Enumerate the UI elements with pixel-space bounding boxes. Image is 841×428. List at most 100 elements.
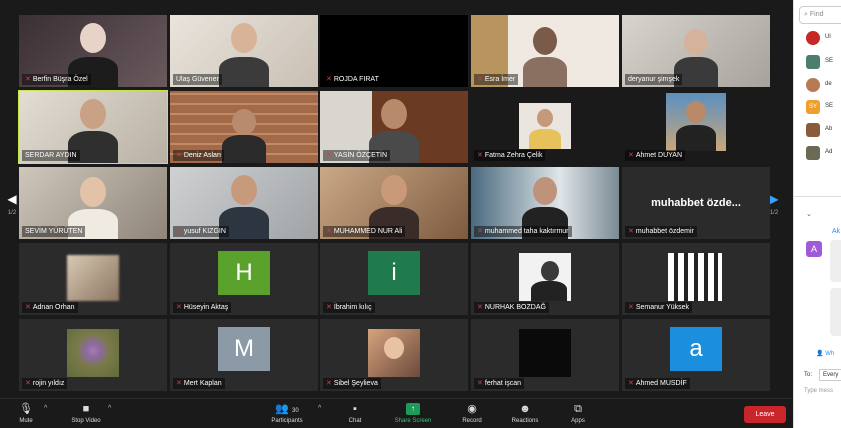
video-tile[interactable]: a ✕ Ahmed MUSDİF <box>622 319 770 391</box>
participant-list-item[interactable]: de <box>806 78 841 92</box>
participant-name: ✕ muhammed taha kaktırmur <box>474 226 572 237</box>
smiley-icon: ☻ <box>519 403 531 415</box>
participant-name: deryanur şimşek <box>625 74 683 85</box>
participant-name: ✕ Sibel Şeylieva <box>323 378 381 389</box>
video-tile[interactable]: ✕ MUHAMMED NUR Ali <box>320 167 468 239</box>
profile-picture <box>368 329 420 377</box>
video-tile[interactable]: ✕ YASİN ÖZÇETİN <box>320 91 468 163</box>
muted-mic-icon: ✕ <box>477 304 483 311</box>
participant-name: ✕ Hüseyin Aktaş <box>173 302 232 313</box>
muted-mic-icon: ✕ <box>628 228 634 235</box>
muted-mic-icon: ✕ <box>176 152 182 159</box>
participant-display-name: muhabbet özde... <box>651 197 741 209</box>
participant-list-item[interactable]: SE <box>806 55 841 69</box>
participant-search-input[interactable]: ⌕ Find <box>799 6 841 24</box>
record-icon: ◉ <box>467 403 477 415</box>
leave-button[interactable]: Leave <box>744 406 786 423</box>
participants-options-caret[interactable]: ^ <box>318 405 321 412</box>
video-tile[interactable]: ✕ Esra İmer <box>471 15 619 87</box>
video-tile-active-speaker[interactable]: SERDAR AYDIN <box>18 90 168 164</box>
stop-video-button[interactable]: ■ Stop Video <box>64 401 108 425</box>
participant-list-item[interactable]: Ul <box>806 31 841 45</box>
chat-recipient-select[interactable]: Every <box>819 369 841 381</box>
participant-name: ✕ Fatma Zehra Çelik <box>474 150 546 161</box>
avatar <box>806 123 820 137</box>
participants-count: 30 <box>292 408 299 414</box>
video-tile[interactable]: ✕ Ahmet DUYAN <box>622 91 770 163</box>
video-tile[interactable]: M ✕ Mert Kaplan <box>170 319 318 391</box>
muted-mic-icon: ✕ <box>176 380 182 387</box>
record-button[interactable]: ◉ Record <box>457 401 487 425</box>
video-tile[interactable]: deryanur şimşek <box>622 15 770 87</box>
video-camera-icon: ■ <box>82 403 90 415</box>
video-tile[interactable]: ✕ Adnan Orhan <box>19 243 167 315</box>
audio-options-caret[interactable]: ^ <box>44 405 47 412</box>
apps-icon: ⧉ <box>574 403 582 415</box>
video-options-caret[interactable]: ^ <box>108 405 111 412</box>
muted-mic-icon: ✕ <box>326 304 332 311</box>
participant-name: ✕ Berfin Büşra Özel <box>22 74 91 85</box>
chat-to-label: To: <box>804 372 813 378</box>
video-tile[interactable]: ✕ muhammed taha kaktırmur <box>471 167 619 239</box>
chat-button[interactable]: ▪ Chat <box>342 401 368 425</box>
participant-name: ✕ Deniz Aslan <box>173 150 224 161</box>
participant-list-item[interactable]: Ad <box>806 146 841 160</box>
profile-picture <box>67 329 119 377</box>
who-can-see-link[interactable]: 👤 Wh <box>816 350 834 357</box>
avatar <box>806 146 820 160</box>
muted-mic-icon: ✕ <box>25 380 31 387</box>
video-tile[interactable]: H ✕ Hüseyin Aktaş <box>170 243 318 315</box>
video-tile[interactable]: ✕ rojin yıldız <box>19 319 167 391</box>
participant-name: ✕ MUHAMMED NUR Ali <box>323 226 406 237</box>
share-screen-icon: ↑ <box>406 403 420 415</box>
participant-name: ✕ ferhat işcan <box>474 378 525 389</box>
gallery-view: ◀ 1/2 ▶ 1/2 ✕ Berfin Büşra Özel Ulaş Güve… <box>0 0 793 398</box>
share-screen-button[interactable]: ↑ Share Screen <box>389 401 437 425</box>
muted-mic-icon: ✕ <box>477 152 483 159</box>
participant-name: ✕ muhabbet özdemir <box>625 226 697 237</box>
video-tile[interactable]: Ulaş Güvener <box>170 15 318 87</box>
avatar: H <box>218 251 270 295</box>
muted-mic-icon: ✕ <box>176 304 182 311</box>
chevron-down-icon[interactable]: ⌄ <box>806 210 812 218</box>
video-tile[interactable]: ✕ ferhat işcan <box>471 319 619 391</box>
video-tile[interactable]: i ✕ İbrahim kılıç <box>320 243 468 315</box>
participant-list-item[interactable]: Ab <box>806 123 841 137</box>
meeting-toolbar: 🎙 Mute ^ ■ Stop Video ^ 👥 30 Participant… <box>0 398 793 428</box>
profile-picture <box>668 253 722 301</box>
video-tile[interactable]: ✕ Fatma Zehra Çelik <box>471 91 619 163</box>
video-tile[interactable]: ✕ Sibel Şeylieva <box>320 319 468 391</box>
video-tile[interactable]: ✕ Semanur Yüksek <box>622 243 770 315</box>
video-tile[interactable]: ✕ ROJDA FIRAT <box>320 15 468 87</box>
participant-name: ✕ NURHAK BOZDAĞ <box>474 302 549 313</box>
video-tile[interactable]: ✕ Berfin Büşra Özel <box>19 15 167 87</box>
avatar: i <box>368 251 420 295</box>
muted-mic-icon: ✕ <box>477 380 483 387</box>
video-tile[interactable]: ✕ Deniz Aslan <box>170 91 318 163</box>
reactions-button[interactable]: ☻ Reactions <box>505 401 545 425</box>
mute-button[interactable]: 🎙 Mute <box>14 401 38 425</box>
participant-name: Ulaş Güvener <box>173 74 222 85</box>
page-previous-button[interactable]: ◀ 1/2 <box>6 192 18 216</box>
chat-message <box>830 240 841 282</box>
avatar <box>806 55 820 69</box>
participant-name: SEVİM YÜRÜTEN <box>22 226 86 237</box>
apps-button[interactable]: ⧉ Apps <box>565 401 591 425</box>
participant-name: ✕ ROJDA FIRAT <box>323 74 382 85</box>
participant-name: ✕ İbrahim kılıç <box>323 302 375 313</box>
video-tile[interactable]: SEVİM YÜRÜTEN <box>19 167 167 239</box>
participant-list-item[interactable]: SY SE <box>806 100 841 114</box>
chevron-right-icon: ▶ <box>769 192 779 206</box>
chat-message <box>830 288 841 336</box>
video-tile[interactable]: ✕ NURHAK BOZDAĞ <box>471 243 619 315</box>
avatar: SY <box>806 100 820 114</box>
participants-button[interactable]: 👥 30 Participants <box>264 401 310 425</box>
participant-name: ✕ Ahmed MUSDİF <box>625 378 690 389</box>
video-tile[interactable]: muhabbet özde... ✕ muhabbet özdemir <box>622 167 770 239</box>
people-icon: 👤 <box>816 351 824 357</box>
chat-message-input[interactable]: Type mess <box>804 388 833 394</box>
muted-mic-icon: ✕ <box>176 228 182 235</box>
video-tile[interactable]: ✕ yusuf KIZGIN <box>170 167 318 239</box>
muted-mic-icon: ✕ <box>477 76 483 83</box>
page-indicator-left: 1/2 <box>7 210 17 216</box>
